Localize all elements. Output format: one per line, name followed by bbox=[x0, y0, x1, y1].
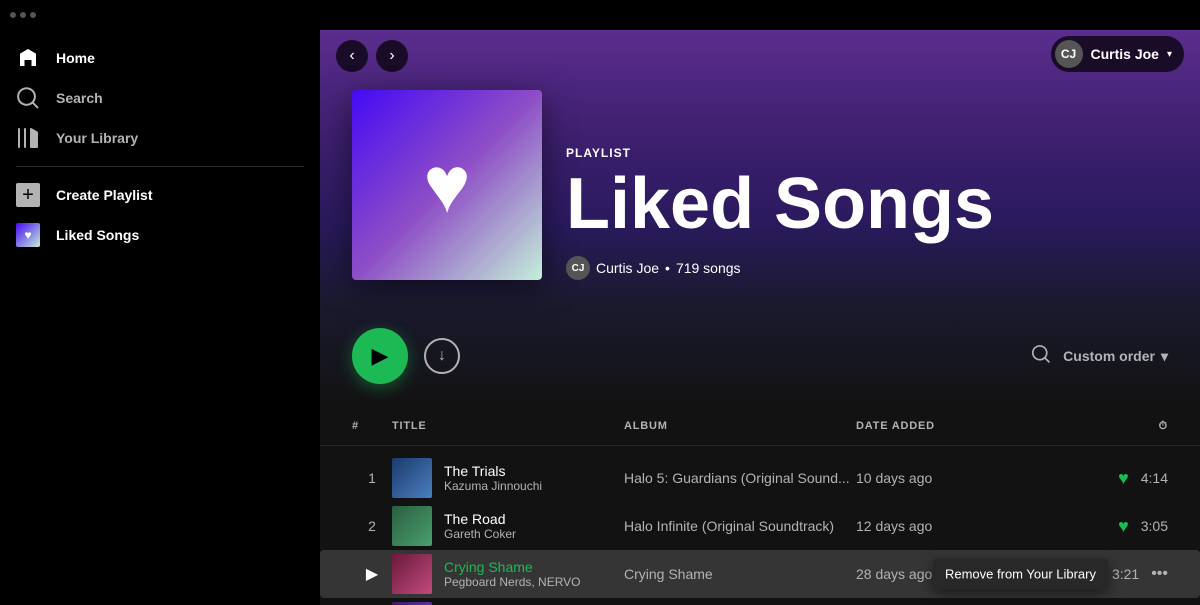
liked-button[interactable]: ♥ bbox=[1118, 516, 1129, 537]
dot-2 bbox=[20, 12, 26, 18]
track-text: Crying Shame Pegboard Nerds, NERVO bbox=[444, 559, 581, 589]
track-name: The Road bbox=[444, 511, 516, 527]
track-info: The Road Gareth Coker bbox=[392, 506, 624, 546]
create-playlist-label: Create Playlist bbox=[56, 187, 153, 203]
hero-info: PLAYLIST Liked Songs CJ Curtis Joe • 719… bbox=[566, 146, 1168, 280]
window-controls bbox=[10, 12, 36, 18]
track-num-label: 2 bbox=[368, 518, 376, 534]
track-name: The Trials bbox=[444, 463, 542, 479]
track-art bbox=[392, 506, 432, 546]
hero-meta: CJ Curtis Joe • 719 songs bbox=[566, 256, 1168, 280]
user-profile-button[interactable]: CJ Curtis Joe ▾ bbox=[1051, 36, 1185, 72]
hero-dot: • bbox=[665, 260, 670, 276]
search-label: Search bbox=[56, 90, 103, 106]
header-num: # bbox=[352, 412, 392, 441]
sidebar-divider bbox=[16, 166, 304, 167]
track-art bbox=[392, 458, 432, 498]
hero-title: Liked Songs bbox=[566, 168, 1168, 240]
track-actions: ♥ 3:05 bbox=[1088, 516, 1168, 537]
hero-owner-avatar: CJ bbox=[566, 256, 590, 280]
track-num-label: 1 bbox=[368, 470, 376, 486]
create-playlist-icon: + bbox=[16, 183, 40, 207]
controls-bar: ▶ ↓ Custom order ▾ bbox=[320, 304, 1200, 408]
clock-icon: ⏱ bbox=[1159, 420, 1168, 432]
header-title: TITLE bbox=[392, 412, 624, 441]
sidebar: Home Search Your Library + Create Playli… bbox=[0, 30, 320, 605]
playlist-art: ♥ bbox=[352, 90, 542, 280]
custom-order-label: Custom order bbox=[1063, 348, 1155, 364]
more-options-button[interactable]: ••• bbox=[1151, 565, 1168, 583]
home-icon bbox=[16, 46, 40, 70]
track-name: Crying Shame bbox=[444, 559, 581, 575]
search-songs-button[interactable] bbox=[1031, 344, 1051, 369]
track-date-added: 10 days ago bbox=[856, 470, 1088, 486]
table-row[interactable]: 4 Faith in You VOLAC, TonyB Russian Styl… bbox=[320, 598, 1200, 605]
track-number: 1 bbox=[352, 470, 392, 486]
track-artist: Pegboard Nerds, NERVO bbox=[444, 575, 581, 589]
avatar: CJ bbox=[1055, 40, 1083, 68]
liked-songs-item[interactable]: ♥ Liked Songs bbox=[0, 215, 320, 255]
navigation-buttons: ‹ › bbox=[336, 40, 408, 72]
tracks-table-header: # TITLE ALBUM DATE ADDED ⏱ bbox=[320, 408, 1200, 446]
track-actions: ♥ 4:14 bbox=[1088, 468, 1168, 489]
track-info: The Trials Kazuma Jinnouchi bbox=[392, 458, 624, 498]
track-date-added: 12 days ago bbox=[856, 518, 1088, 534]
liked-songs-icon: ♥ bbox=[16, 223, 40, 247]
track-text: The Road Gareth Coker bbox=[444, 511, 516, 541]
header-album: ALBUM bbox=[624, 412, 856, 441]
sidebar-item-home[interactable]: Home bbox=[0, 38, 320, 78]
track-duration: 3:05 bbox=[1141, 518, 1168, 534]
track-album: Halo Infinite (Original Soundtrack) bbox=[624, 518, 856, 534]
create-playlist-item[interactable]: + Create Playlist bbox=[0, 175, 320, 215]
track-number: ▶ bbox=[352, 564, 392, 584]
track-number: 2 bbox=[352, 518, 392, 534]
liked-button[interactable]: ♥ bbox=[1118, 468, 1129, 489]
play-button[interactable]: ▶ bbox=[352, 328, 408, 384]
main-content: ‹ › CJ Curtis Joe ▾ ♥ PLAYLIST Liked Son… bbox=[320, 30, 1200, 605]
top-bar bbox=[0, 0, 1200, 30]
table-row[interactable]: 1 The Trials Kazuma Jinnouchi Halo 5: Gu… bbox=[320, 454, 1200, 502]
library-icon bbox=[16, 126, 40, 150]
search-icon bbox=[16, 86, 40, 110]
track-duration: 3:21 bbox=[1112, 566, 1139, 582]
header-date: DATE ADDED bbox=[856, 412, 1088, 441]
track-text: The Trials Kazuma Jinnouchi bbox=[444, 463, 542, 493]
back-button[interactable]: ‹ bbox=[336, 40, 368, 72]
user-name: Curtis Joe bbox=[1091, 46, 1159, 62]
dot-1 bbox=[10, 12, 16, 18]
liked-songs-label: Liked Songs bbox=[56, 227, 139, 243]
dot-3 bbox=[30, 12, 36, 18]
custom-order-button[interactable]: Custom order ▾ bbox=[1063, 348, 1168, 365]
hero-owner-name: Curtis Joe bbox=[596, 260, 659, 276]
sidebar-item-search[interactable]: Search bbox=[0, 78, 320, 118]
track-actions: Remove from Your Library ♥ 3:21 ••• bbox=[1088, 562, 1168, 586]
header-duration: ⏱ bbox=[1088, 412, 1168, 441]
home-label: Home bbox=[56, 50, 95, 66]
table-row[interactable]: ▶ Crying Shame Pegboard Nerds, NERVO Cry… bbox=[320, 550, 1200, 598]
library-label: Your Library bbox=[56, 130, 138, 146]
controls-right: Custom order ▾ bbox=[1031, 344, 1168, 369]
heart-icon-large: ♥ bbox=[423, 139, 471, 231]
chevron-down-icon: ▾ bbox=[1167, 49, 1172, 60]
track-artist: Gareth Coker bbox=[444, 527, 516, 541]
track-art bbox=[392, 554, 432, 594]
sidebar-item-library[interactable]: Your Library bbox=[0, 118, 320, 158]
download-button[interactable]: ↓ bbox=[424, 338, 460, 374]
hero-type: PLAYLIST bbox=[566, 146, 1168, 160]
custom-order-chevron: ▾ bbox=[1161, 348, 1168, 365]
track-artist: Kazuma Jinnouchi bbox=[444, 479, 542, 493]
remove-from-library-tooltip: Remove from Your Library bbox=[933, 559, 1108, 590]
hero-song-count: 719 songs bbox=[676, 260, 741, 276]
playing-icon: ▶ bbox=[366, 564, 378, 584]
track-album: Crying Shame bbox=[624, 566, 856, 582]
track-info: Crying Shame Pegboard Nerds, NERVO bbox=[392, 554, 624, 594]
forward-button[interactable]: › bbox=[376, 40, 408, 72]
track-duration: 4:14 bbox=[1141, 470, 1168, 486]
table-row[interactable]: 2 The Road Gareth Coker Halo Infinite (O… bbox=[320, 502, 1200, 550]
track-album: Halo 5: Guardians (Original Sound... bbox=[624, 470, 856, 486]
